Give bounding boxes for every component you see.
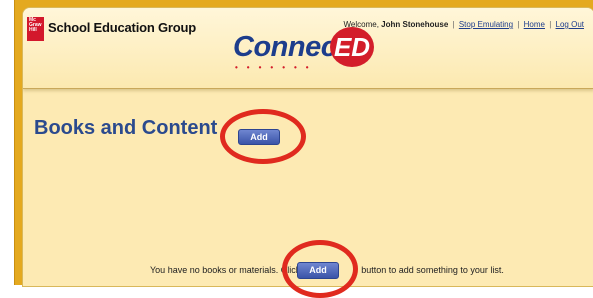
content-panel: Mc Graw Hill School Education Group Conn…: [22, 7, 593, 287]
welcome-text: Welcome,: [343, 20, 379, 29]
org-name: School Education Group: [48, 20, 196, 35]
logo-dots: •••••••: [235, 63, 318, 72]
inline-add-button[interactable]: Add: [297, 262, 339, 279]
empty-message-before: You have no books or materials. Click th…: [150, 265, 316, 275]
mcgraw-hill-logo: Mc Graw Hill: [27, 17, 44, 41]
connected-logo: Connect ED •••••••: [233, 27, 403, 72]
ed-badge: ED: [330, 27, 374, 67]
page-title: Books and Content: [34, 117, 218, 139]
log-out-link[interactable]: Log Out: [556, 20, 584, 29]
add-button[interactable]: Add: [238, 129, 280, 145]
user-bar: Welcome, John Stonehouse | Stop Emulatin…: [343, 20, 585, 29]
user-name: John Stonehouse: [381, 20, 449, 29]
stop-emulating-link[interactable]: Stop Emulating: [459, 20, 513, 29]
empty-message-after: button to add something to your list.: [361, 265, 504, 275]
home-link[interactable]: Home: [524, 20, 545, 29]
connect-word: Connect: [233, 31, 346, 63]
site-header: Mc Graw Hill School Education Group Conn…: [23, 8, 593, 89]
